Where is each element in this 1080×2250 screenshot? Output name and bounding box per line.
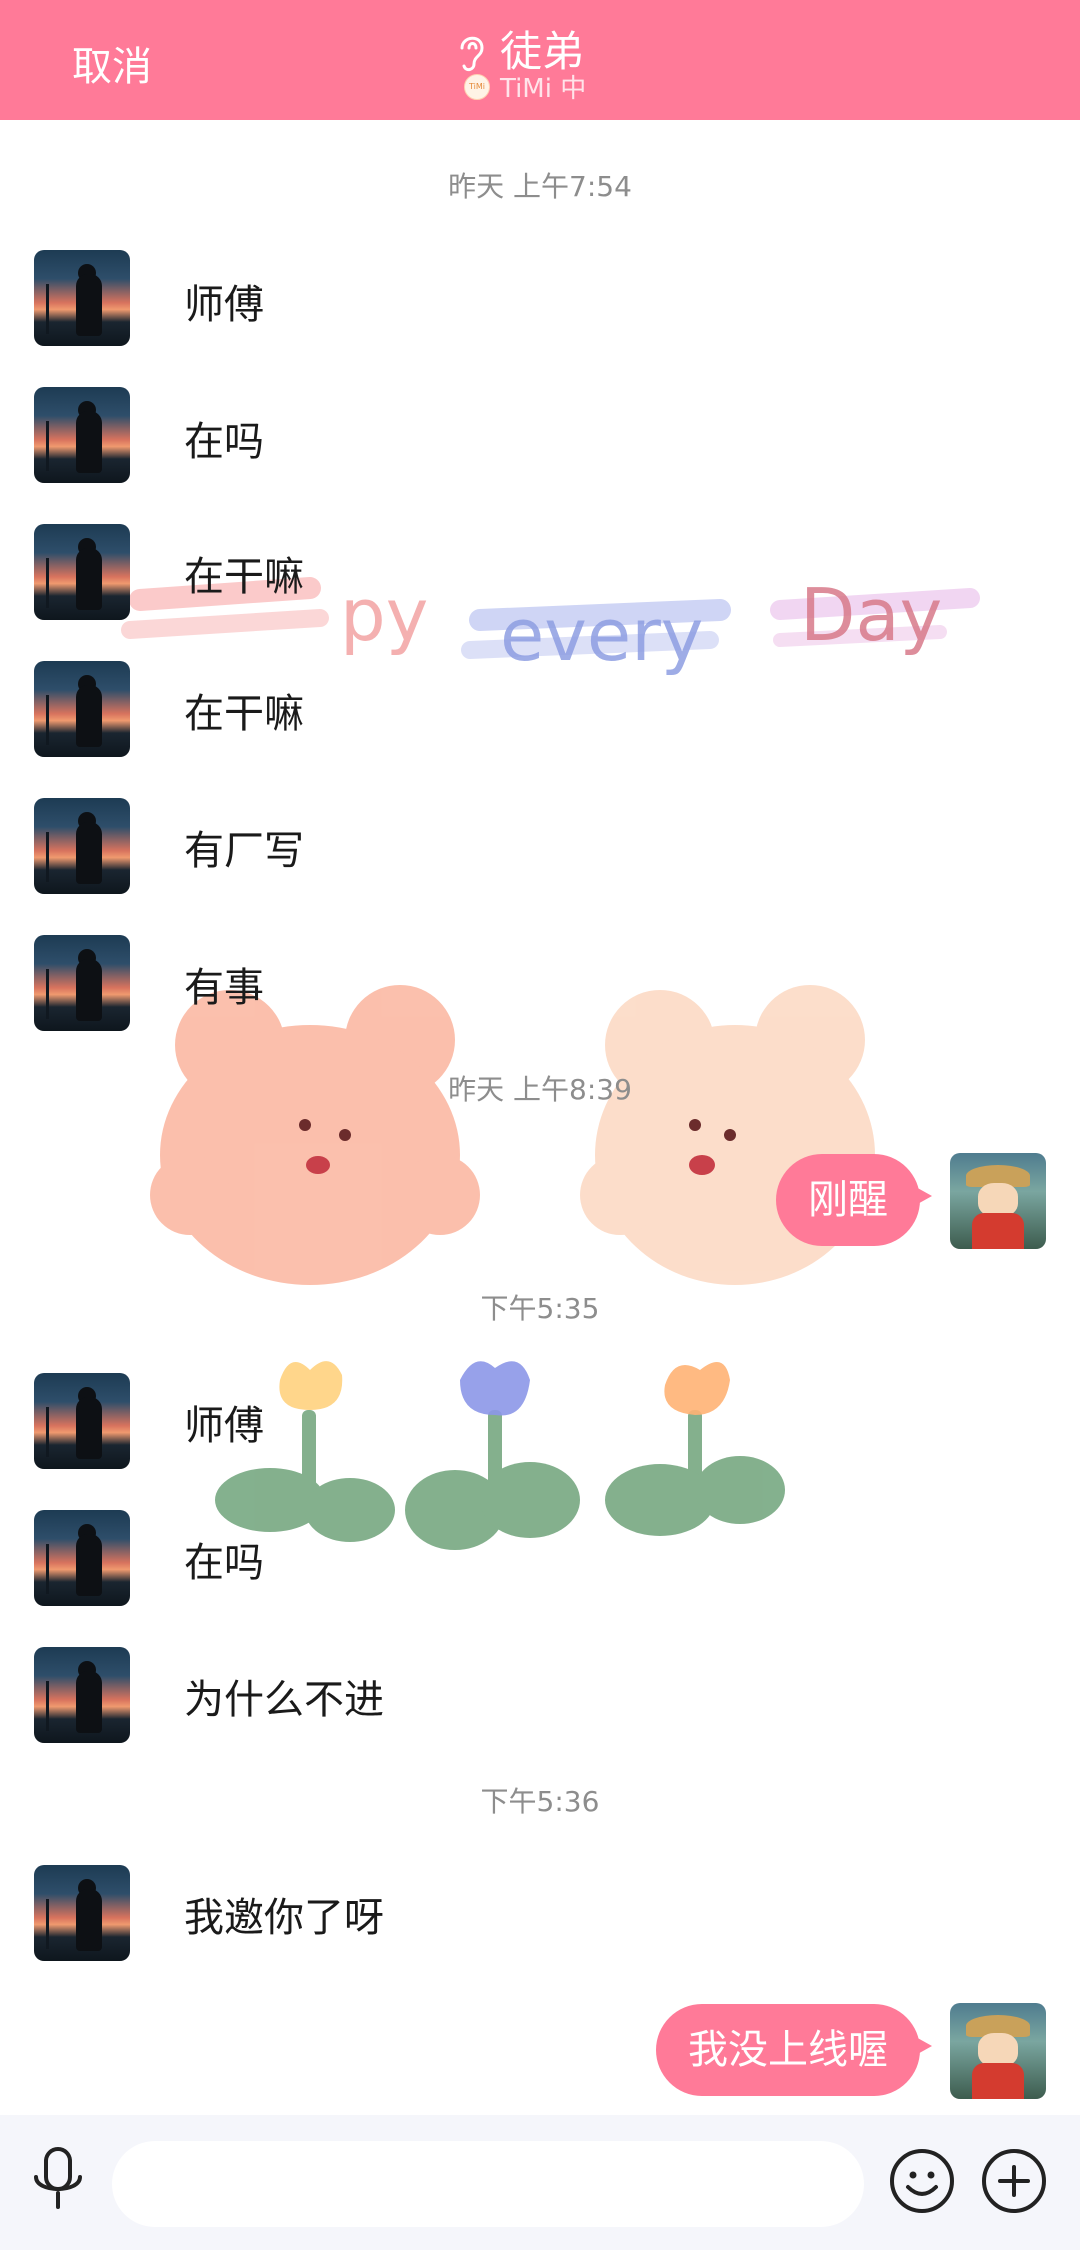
contact-avatar[interactable] <box>34 935 130 1031</box>
message-text[interactable]: 为什么不进 <box>184 1667 384 1725</box>
svg-text:every: every <box>500 593 703 677</box>
contact-avatar[interactable] <box>34 387 130 483</box>
message-input[interactable] <box>112 2141 864 2227</box>
timestamp: 下午5:36 <box>480 1785 600 1818</box>
sent-message-bubble[interactable]: 刚醒 <box>776 1154 932 1246</box>
svg-text:py: py <box>340 573 428 657</box>
bear-right-sticker <box>580 985 895 1285</box>
message-text[interactable]: 在吗 <box>184 1530 264 1588</box>
contact-avatar[interactable] <box>34 798 130 894</box>
tulips-sticker <box>215 1361 785 1550</box>
contact-avatar[interactable] <box>34 1647 130 1743</box>
message-text[interactable]: 我邀你了呀 <box>184 1885 384 1943</box>
timestamp: 下午5:35 <box>480 1292 600 1325</box>
message-text[interactable]: 有事 <box>184 955 264 1013</box>
sent-message-bubble[interactable]: 我没上线喔 <box>656 2004 932 2096</box>
emoji-icon[interactable] <box>888 2147 956 2215</box>
message-text[interactable]: 有厂写 <box>184 818 304 876</box>
message-text[interactable]: 师傅 <box>184 1393 264 1451</box>
contact-avatar[interactable] <box>34 1373 130 1469</box>
my-avatar[interactable] <box>950 1153 1046 1249</box>
contact-avatar[interactable] <box>34 1865 130 1961</box>
contact-avatar[interactable] <box>34 524 130 620</box>
timi-badge-icon: TiMi <box>464 73 490 100</box>
top-bar: 取消 徒弟 TiMi TiMi 中 <box>0 0 1080 120</box>
status-text: TiMi 中 <box>500 74 587 104</box>
message-text[interactable]: 在吗 <box>184 409 264 467</box>
bear-left-sticker <box>150 985 480 1285</box>
chat-area[interactable]: py every Day 昨天 上午7:54 师傅 在吗 在干嘛 在干嘛 有厂写… <box>0 120 1080 2115</box>
my-avatar[interactable] <box>950 2003 1046 2099</box>
message-text[interactable]: 师傅 <box>184 272 264 330</box>
timestamp: 昨天 上午8:39 <box>448 1073 632 1106</box>
contact-avatar[interactable] <box>34 1510 130 1606</box>
message-text[interactable]: 在干嘛 <box>184 544 304 602</box>
timestamp: 昨天 上午7:54 <box>448 170 632 203</box>
input-bar <box>0 2115 1080 2250</box>
status-row: TiMi TiMi 中 <box>464 68 586 105</box>
contact-avatar[interactable] <box>34 250 130 346</box>
contact-avatar[interactable] <box>34 661 130 757</box>
svg-text:Day: Day <box>800 573 942 657</box>
plus-icon[interactable] <box>980 2147 1048 2215</box>
cancel-button[interactable]: 取消 <box>72 34 152 92</box>
mic-icon[interactable] <box>28 2145 88 2215</box>
message-text[interactable]: 在干嘛 <box>184 681 304 739</box>
